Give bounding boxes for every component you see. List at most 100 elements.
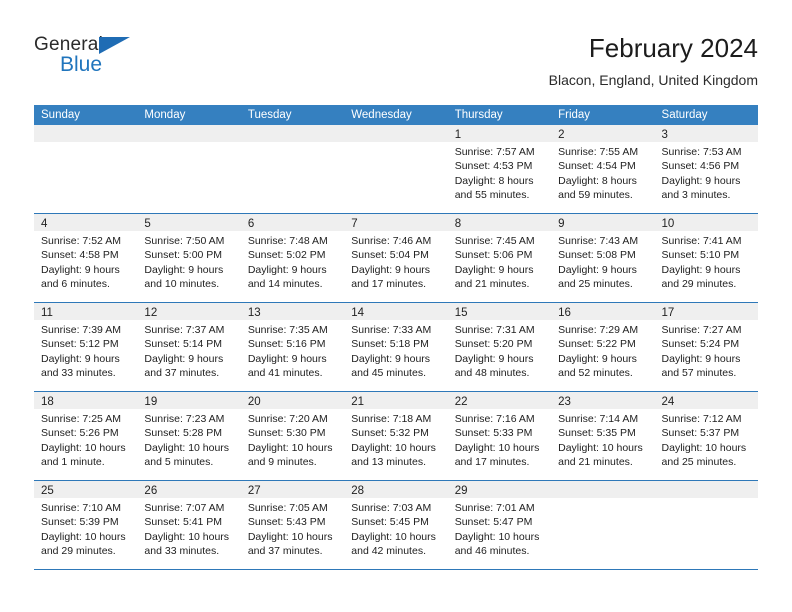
day-detail-line: Daylight: 8 hours bbox=[558, 174, 637, 187]
day-cell-28[interactable]: 28 Sunrise: 7:03 AM Sunset: 5:45 PM Dayligh… bbox=[344, 481, 448, 569]
title-block: February 2024 Blacon, England, United Ki… bbox=[549, 32, 758, 90]
day-detail-line: Sunset: 5:14 PM bbox=[144, 338, 223, 351]
day-detail-line: Daylight: 9 hours bbox=[454, 352, 534, 365]
day-cell-29[interactable]: 29 Sunrise: 7:01 AM Sunset: 5:47 PM Dayligh… bbox=[447, 481, 552, 569]
day-detail-line: Daylight: 9 hours bbox=[661, 263, 741, 276]
day-detail-line: Sunrise: 7:03 AM bbox=[351, 502, 432, 514]
day-detail-line: Sunset: 5:24 PM bbox=[661, 338, 740, 351]
day-cell-17[interactable]: 17 Sunrise: 7:27 AM Sunset: 5:24 PM Dayligh… bbox=[654, 303, 758, 391]
day-detail-line: Sunset: 5:10 PM bbox=[661, 249, 740, 262]
day-detail-line: Daylight: 9 hours bbox=[661, 174, 741, 187]
day-detail-line: Sunrise: 7:53 AM bbox=[661, 146, 742, 158]
day-cell-1[interactable]: 1 Sunrise: 7:57 AM Sunset: 4:53 PM Daylight… bbox=[447, 125, 552, 213]
day-cell-6[interactable]: 6 Sunrise: 7:48 AM Sunset: 5:02 PM Daylight… bbox=[240, 214, 345, 302]
day-detail-line: Sunset: 5:04 PM bbox=[351, 249, 429, 262]
day-cell-24[interactable]: 24 Sunrise: 7:12 AM Sunset: 5:37 PM Dayligh… bbox=[654, 392, 758, 480]
calendar-grid: Sunday Monday Tuesday Wednesday Thursday Frid… bbox=[34, 105, 758, 570]
calendar-week-row: 4 Sunrise: 7:52 AM Sunset: 4:58 PM Daylight… bbox=[34, 214, 758, 303]
day-detail-line: Sunset: 5:18 PM bbox=[351, 338, 429, 351]
day-number-bar: 23 bbox=[551, 392, 655, 409]
day-detail-line: Sunrise: 7:27 AM bbox=[661, 324, 742, 336]
day-number-bar: 24 bbox=[654, 392, 758, 409]
day-cell-23[interactable]: 23 Sunrise: 7:14 AM Sunset: 5:35 PM Dayligh… bbox=[551, 392, 655, 480]
day-detail-line: Sunset: 5:20 PM bbox=[454, 338, 533, 351]
day-cell-11[interactable]: 11 Sunrise: 7:39 AM Sunset: 5:12 PM Dayligh… bbox=[34, 303, 138, 391]
day-cell-22[interactable]: 22 Sunrise: 7:16 AM Sunset: 5:33 PM Dayligh… bbox=[447, 392, 552, 480]
weekday-header-row: Sunday Monday Tuesday Wednesday Thursday Frid… bbox=[34, 105, 758, 125]
day-number-bar: 19 bbox=[137, 392, 241, 409]
day-number: 18 bbox=[41, 396, 54, 408]
day-number-bar: 13 bbox=[240, 303, 345, 320]
day-number: 22 bbox=[454, 396, 468, 408]
day-detail-line: Sunrise: 7:37 AM bbox=[144, 324, 225, 336]
day-number: 11 bbox=[41, 307, 53, 319]
day-detail-line: Daylight: 9 hours bbox=[144, 352, 224, 365]
weekday-header-sunday: Sunday bbox=[41, 109, 81, 121]
day-cell-7[interactable]: 7 Sunrise: 7:46 AM Sunset: 5:04 PM Daylight… bbox=[344, 214, 448, 302]
day-number-bar: 16 bbox=[551, 303, 655, 320]
day-number: 8 bbox=[454, 218, 462, 230]
day-detail-line: Sunrise: 7:14 AM bbox=[558, 413, 639, 425]
day-number-bar bbox=[240, 125, 345, 142]
day-cell-2[interactable]: 2 Sunrise: 7:55 AM Sunset: 4:54 PM Daylight… bbox=[551, 125, 655, 213]
day-details: Sunrise: 7:23 AM Sunset: 5:28 PM Daylight:… bbox=[137, 409, 240, 470]
day-detail-line: Sunrise: 7:48 AM bbox=[247, 235, 328, 247]
day-number-bar bbox=[654, 481, 758, 498]
day-detail-line: Daylight: 10 hours bbox=[41, 530, 126, 543]
day-cell-10[interactable]: 10 Sunrise: 7:41 AM Sunset: 5:10 PM Dayligh… bbox=[654, 214, 758, 302]
day-number-bar: 10 bbox=[654, 214, 758, 231]
day-number-bar: 3 bbox=[654, 125, 758, 142]
day-detail-line: Sunset: 5:08 PM bbox=[558, 249, 636, 262]
day-details: Sunrise: 7:16 AM Sunset: 5:33 PM Daylight:… bbox=[448, 409, 551, 470]
day-number-bar: 7 bbox=[344, 214, 448, 231]
day-cell-16[interactable]: 16 Sunrise: 7:29 AM Sunset: 5:22 PM Dayligh… bbox=[551, 303, 655, 391]
day-detail-line: Sunset: 5:16 PM bbox=[247, 338, 326, 351]
day-cell-4[interactable]: 4 Sunrise: 7:52 AM Sunset: 4:58 PM Daylight… bbox=[34, 214, 138, 302]
day-detail-line: Daylight: 10 hours bbox=[247, 530, 333, 543]
day-detail-line: Sunrise: 7:39 AM bbox=[41, 324, 121, 336]
day-detail-line: and 57 minutes. bbox=[661, 367, 737, 380]
day-number-bar: 5 bbox=[137, 214, 241, 231]
day-cell-12[interactable]: 12 Sunrise: 7:37 AM Sunset: 5:14 PM Dayligh… bbox=[137, 303, 241, 391]
day-details: Sunrise: 7:50 AM Sunset: 5:00 PM Daylight:… bbox=[137, 231, 240, 292]
day-detail-line: Sunrise: 7:05 AM bbox=[247, 502, 328, 514]
day-details: Sunrise: 7:45 AM Sunset: 5:06 PM Daylight:… bbox=[448, 231, 551, 292]
day-detail-line: Sunrise: 7:57 AM bbox=[454, 146, 535, 158]
day-cell-3[interactable]: 3 Sunrise: 7:53 AM Sunset: 4:56 PM Daylight… bbox=[654, 125, 758, 213]
day-number-bar: 1 bbox=[447, 125, 552, 142]
day-detail-line: Sunset: 5:22 PM bbox=[558, 338, 636, 351]
day-cell-25[interactable]: 25 Sunrise: 7:10 AM Sunset: 5:39 PM Dayligh… bbox=[34, 481, 138, 569]
day-number: 21 bbox=[351, 396, 365, 408]
day-number: 9 bbox=[558, 218, 565, 230]
day-detail-line: Sunset: 5:47 PM bbox=[454, 516, 533, 529]
day-number-bar bbox=[34, 125, 138, 142]
day-number: 7 bbox=[351, 218, 358, 230]
day-cell-8[interactable]: 8 Sunrise: 7:45 AM Sunset: 5:06 PM Daylight… bbox=[447, 214, 552, 302]
day-number-bar: 17 bbox=[654, 303, 758, 320]
day-cell-13[interactable]: 13 Sunrise: 7:35 AM Sunset: 5:16 PM Dayligh… bbox=[240, 303, 345, 391]
day-detail-line: Sunrise: 7:52 AM bbox=[41, 235, 121, 247]
day-cell-14[interactable]: 14 Sunrise: 7:33 AM Sunset: 5:18 PM Dayligh… bbox=[344, 303, 448, 391]
day-number-bar: 6 bbox=[240, 214, 345, 231]
day-number-bar: 2 bbox=[551, 125, 655, 142]
day-detail-line: Daylight: 10 hours bbox=[558, 441, 643, 454]
day-cell-21[interactable]: 21 Sunrise: 7:18 AM Sunset: 5:32 PM Dayligh… bbox=[344, 392, 448, 480]
day-detail-line: Sunset: 4:56 PM bbox=[661, 160, 740, 173]
day-cell-27[interactable]: 27 Sunrise: 7:05 AM Sunset: 5:43 PM Dayligh… bbox=[240, 481, 345, 569]
day-cell-5[interactable]: 5 Sunrise: 7:50 AM Sunset: 5:00 PM Daylight… bbox=[137, 214, 241, 302]
calendar-week-row: 1 Sunrise: 7:57 AM Sunset: 4:53 PM Daylight… bbox=[34, 125, 758, 214]
day-detail-line: Sunrise: 7:23 AM bbox=[144, 413, 225, 425]
day-detail-line: Sunset: 5:43 PM bbox=[247, 516, 326, 529]
day-cell-26[interactable]: 26 Sunrise: 7:07 AM Sunset: 5:41 PM Dayligh… bbox=[137, 481, 241, 569]
day-detail-line: Sunset: 5:45 PM bbox=[351, 516, 429, 529]
weekday-header-monday: Monday bbox=[144, 109, 186, 121]
day-cell-9[interactable]: 9 Sunrise: 7:43 AM Sunset: 5:08 PM Daylight… bbox=[551, 214, 655, 302]
day-number: 28 bbox=[351, 485, 365, 497]
day-cell-20[interactable]: 20 Sunrise: 7:20 AM Sunset: 5:30 PM Dayligh… bbox=[240, 392, 345, 480]
day-detail-line: Sunset: 4:53 PM bbox=[454, 160, 533, 173]
day-cell-15[interactable]: 15 Sunrise: 7:31 AM Sunset: 5:20 PM Dayligh… bbox=[447, 303, 552, 391]
day-details bbox=[137, 142, 240, 145]
day-cell-empty bbox=[34, 125, 138, 213]
day-cell-19[interactable]: 19 Sunrise: 7:23 AM Sunset: 5:28 PM Dayligh… bbox=[137, 392, 241, 480]
day-cell-18[interactable]: 18 Sunrise: 7:25 AM Sunset: 5:26 PM Dayligh… bbox=[34, 392, 138, 480]
